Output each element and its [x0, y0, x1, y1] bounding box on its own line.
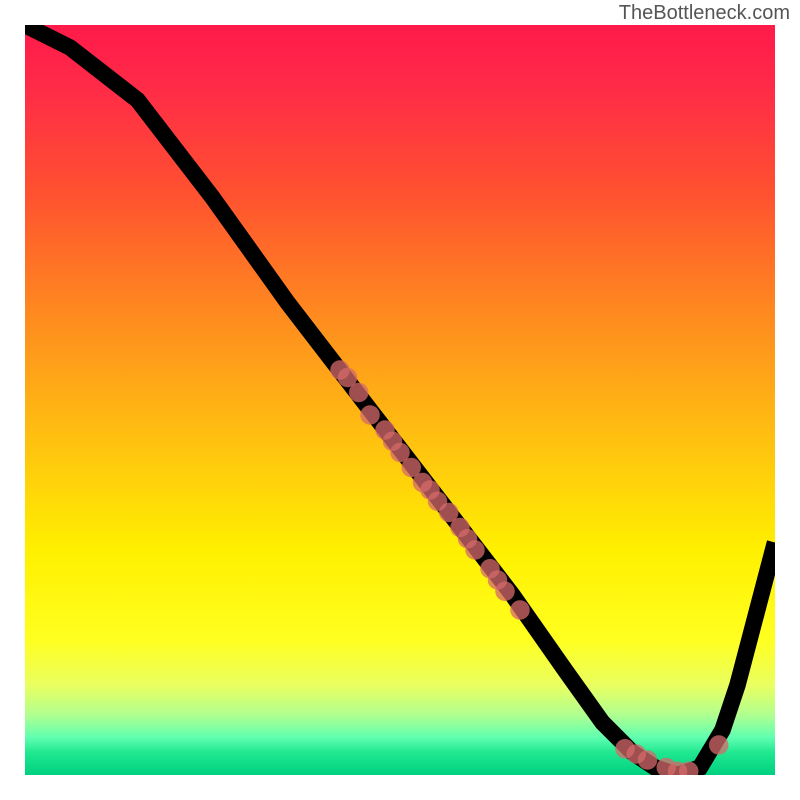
plot-area	[25, 25, 775, 775]
data-marker	[349, 383, 369, 403]
bottleneck-curve	[25, 25, 775, 775]
watermark-text: TheBottleneck.com	[619, 2, 790, 25]
data-marker	[638, 750, 657, 769]
data-marker	[709, 735, 728, 754]
data-markers-group	[330, 360, 728, 775]
data-marker	[360, 405, 380, 425]
data-marker	[510, 600, 530, 619]
chart-svg	[25, 25, 775, 775]
data-marker	[465, 540, 485, 559]
data-marker	[495, 582, 515, 601]
